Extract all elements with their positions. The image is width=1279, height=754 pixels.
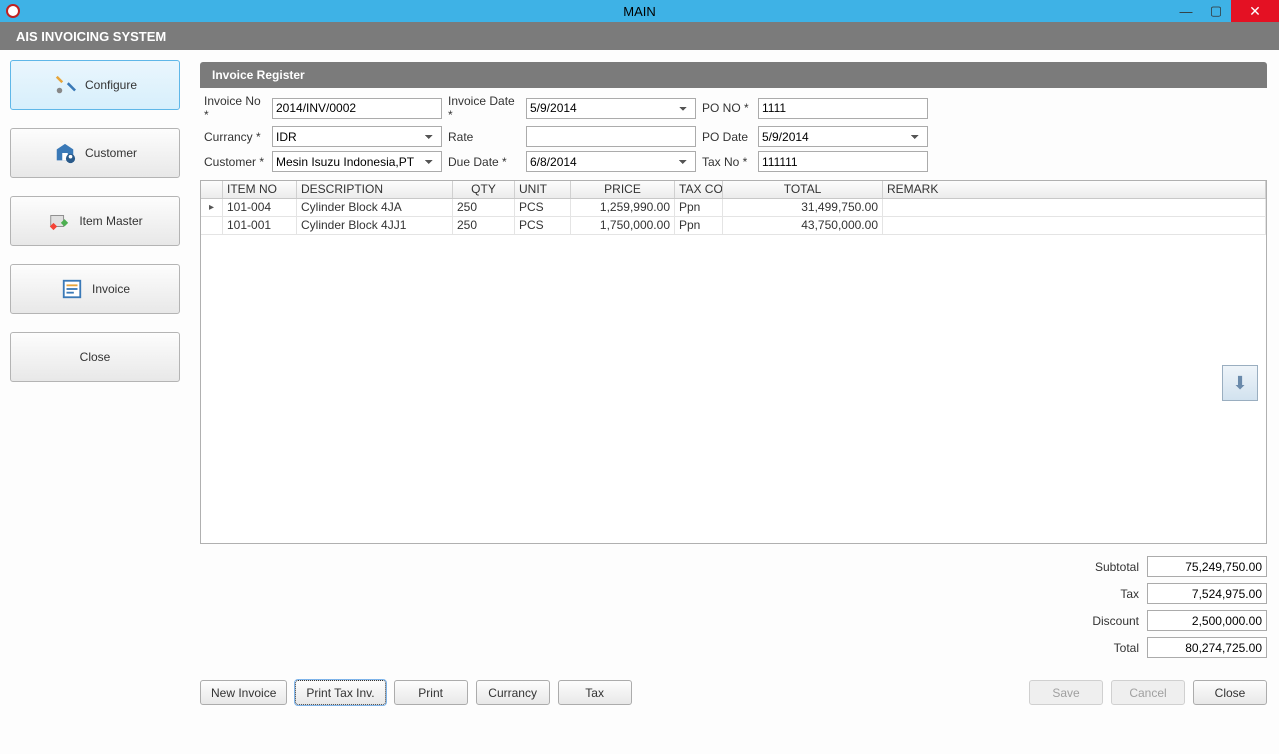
po-date-label: PO Date [702, 130, 752, 144]
invoice-no-label: Invoice No * [204, 94, 266, 122]
cell-remark [883, 199, 1266, 216]
col-header-description[interactable]: DESCRIPTION [297, 181, 453, 198]
save-button: Save [1029, 680, 1103, 705]
invoice-icon [60, 277, 84, 301]
action-bar: New Invoice Print Tax Inv. Print Curranc… [200, 680, 1267, 705]
due-date-select[interactable]: 6/8/2014 [526, 151, 696, 172]
cell-qty: 250 [453, 199, 515, 216]
invoice-no-input[interactable] [272, 98, 442, 119]
window-controls: — ▢ ✕ [1171, 0, 1279, 22]
currency-select[interactable]: IDR [272, 126, 442, 147]
table-row[interactable]: 101-001 Cylinder Block 4JJ1 250 PCS 1,75… [201, 217, 1266, 235]
sidebar-label: Item Master [79, 214, 142, 228]
cell-tax-code: Ppn [675, 217, 723, 234]
po-no-input[interactable] [758, 98, 928, 119]
cell-price: 1,750,000.00 [571, 217, 675, 234]
cell-price: 1,259,990.00 [571, 199, 675, 216]
invoice-date-select[interactable]: 5/9/2014 [526, 98, 696, 119]
cell-remark [883, 217, 1266, 234]
due-date-label: Due Date * [448, 155, 520, 169]
configure-icon [53, 73, 77, 97]
sidebar-label: Customer [85, 146, 137, 160]
rate-label: Rate [448, 130, 520, 144]
main-area: Configure Customer Item Master Invoice C… [0, 50, 1279, 754]
row-indicator [201, 217, 223, 234]
app-icon [6, 4, 20, 18]
sidebar-item-master-button[interactable]: Item Master [10, 196, 180, 246]
sidebar-configure-button[interactable]: Configure [10, 60, 180, 110]
total-value[interactable] [1147, 637, 1267, 658]
cancel-button: Cancel [1111, 680, 1185, 705]
tax-label: Tax [1120, 587, 1139, 601]
cell-description: Cylinder Block 4JJ1 [297, 217, 453, 234]
invoice-date-label: Invoice Date * [448, 94, 520, 122]
print-button[interactable]: Print [394, 680, 468, 705]
sidebar-label: Invoice [92, 282, 130, 296]
tax-value[interactable] [1147, 583, 1267, 604]
totals: Subtotal Tax Discount Total [1092, 556, 1267, 658]
subtotal-value[interactable] [1147, 556, 1267, 577]
currency-label: Currancy * [204, 130, 266, 144]
tax-no-input[interactable] [758, 151, 928, 172]
panel-header: Invoice Register [200, 62, 1267, 88]
tax-no-label: Tax No * [702, 155, 752, 169]
table-row[interactable]: 101-004 Cylinder Block 4JA 250 PCS 1,259… [201, 199, 1266, 217]
total-label: Total [1114, 641, 1139, 655]
sidebar-customer-button[interactable]: Customer [10, 128, 180, 178]
window-title: MAIN [623, 4, 656, 19]
po-date-select[interactable]: 5/9/2014 [758, 126, 928, 147]
minimize-icon: — [1180, 4, 1193, 19]
cell-item-no: 101-004 [223, 199, 297, 216]
grid-header: ITEM NO DESCRIPTION QTY UNIT PRICE TAX C… [201, 181, 1266, 199]
titlebar: MAIN — ▢ ✕ [0, 0, 1279, 22]
minimize-button[interactable]: — [1171, 0, 1201, 22]
arrow-down-icon: ⬇ [1232, 373, 1247, 394]
discount-label: Discount [1092, 614, 1139, 628]
form-area: Invoice No * Invoice Date * 5/9/2014 PO … [200, 88, 1267, 180]
cell-qty: 250 [453, 217, 515, 234]
window-close-button[interactable]: ✕ [1231, 0, 1279, 22]
col-header-tax-code[interactable]: TAX COD [675, 181, 723, 198]
maximize-button[interactable]: ▢ [1201, 0, 1231, 22]
cell-description: Cylinder Block 4JA [297, 199, 453, 216]
cell-tax-code: Ppn [675, 199, 723, 216]
print-tax-inv-button[interactable]: Print Tax Inv. [295, 680, 385, 705]
sidebar-invoice-button[interactable]: Invoice [10, 264, 180, 314]
scroll-down-button[interactable]: ⬇ [1222, 365, 1258, 401]
col-header-price[interactable]: PRICE [571, 181, 675, 198]
row-indicator-icon [201, 199, 223, 216]
new-invoice-button[interactable]: New Invoice [200, 680, 287, 705]
sidebar-label: Close [80, 350, 111, 364]
content: Invoice Register Invoice No * Invoice Da… [190, 50, 1279, 754]
grid: ITEM NO DESCRIPTION QTY UNIT PRICE TAX C… [200, 180, 1267, 544]
discount-value[interactable] [1147, 610, 1267, 631]
col-header-total[interactable]: TOTAL [723, 181, 883, 198]
row-selector-header [201, 181, 223, 198]
sidebar: Configure Customer Item Master Invoice C… [0, 50, 190, 754]
col-header-qty[interactable]: QTY [453, 181, 515, 198]
close-icon: ✕ [1249, 3, 1261, 20]
close-button[interactable]: Close [1193, 680, 1267, 705]
customer-select[interactable]: Mesin Isuzu Indonesia,PT [272, 151, 442, 172]
cell-unit: PCS [515, 199, 571, 216]
po-no-label: PO NO * [702, 101, 752, 115]
sidebar-close-button[interactable]: Close [10, 332, 180, 382]
col-header-remark[interactable]: REMARK [883, 181, 1266, 198]
col-header-item-no[interactable]: ITEM NO [223, 181, 297, 198]
maximize-icon: ▢ [1210, 3, 1222, 19]
subtotal-label: Subtotal [1095, 560, 1139, 574]
cell-total: 31,499,750.00 [723, 199, 883, 216]
col-header-unit[interactable]: UNIT [515, 181, 571, 198]
cell-total: 43,750,000.00 [723, 217, 883, 234]
cell-item-no: 101-001 [223, 217, 297, 234]
system-title: AIS INVOICING SYSTEM [0, 22, 1279, 50]
tax-button[interactable]: Tax [558, 680, 632, 705]
customer-label: Customer * [204, 155, 266, 169]
rate-input[interactable] [526, 126, 696, 147]
cell-unit: PCS [515, 217, 571, 234]
sidebar-label: Configure [85, 78, 137, 92]
currency-button[interactable]: Currancy [476, 680, 550, 705]
item-master-icon [47, 209, 71, 233]
customer-icon [53, 141, 77, 165]
